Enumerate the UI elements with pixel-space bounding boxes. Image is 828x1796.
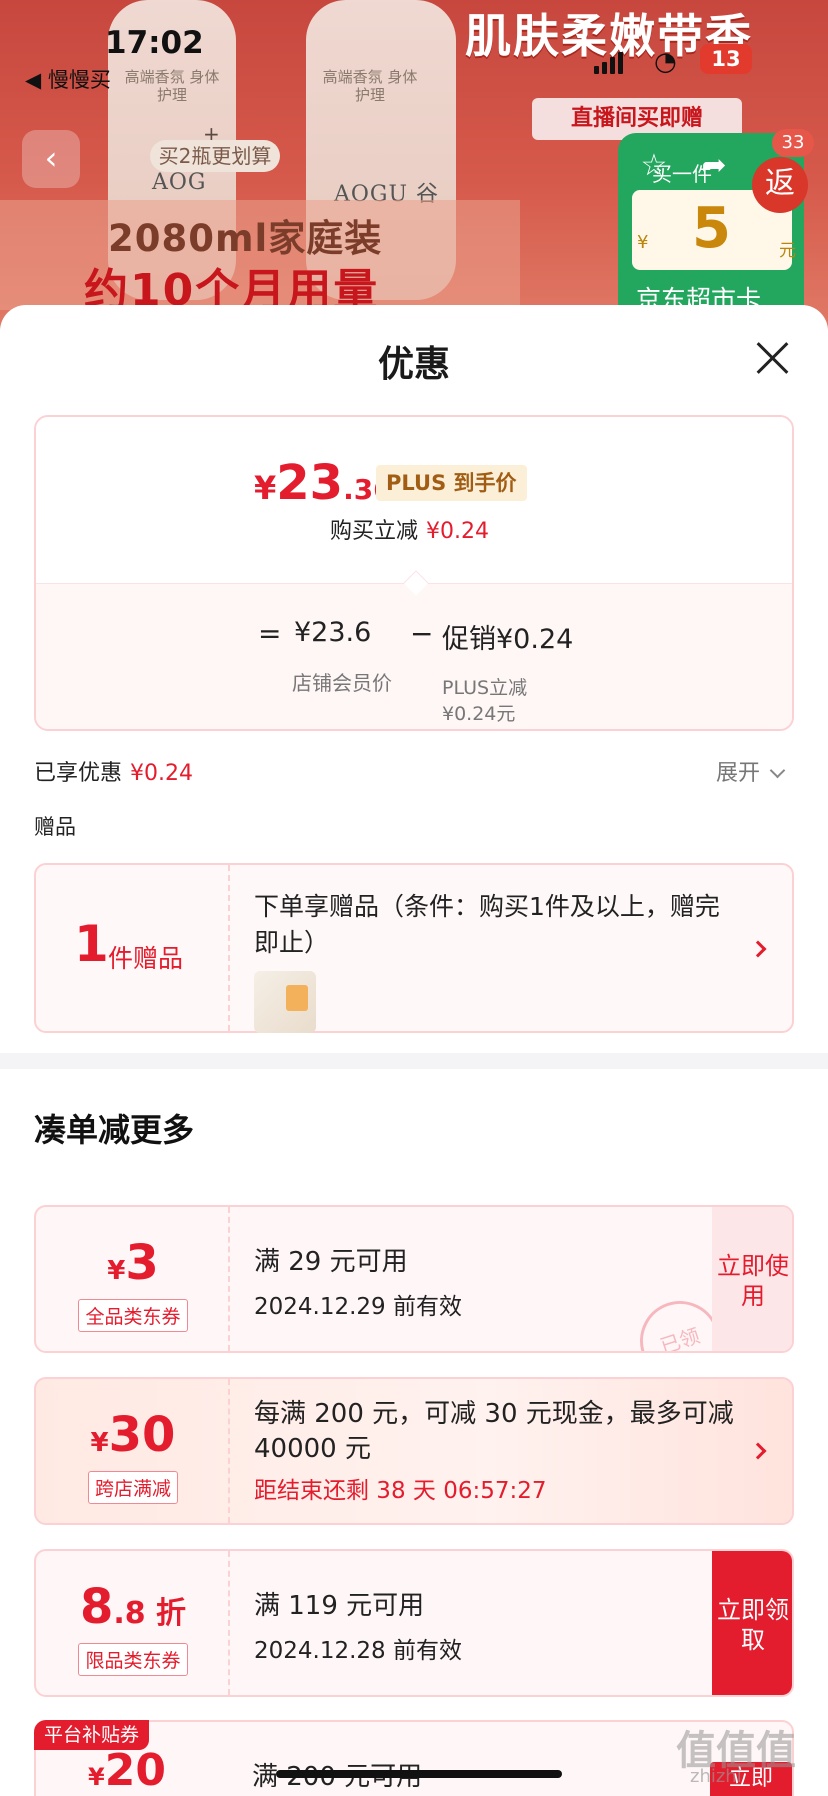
section-divider — [0, 1053, 828, 1069]
coupon-currency: ¥ — [90, 1428, 109, 1458]
notification-count-badge: 33 — [772, 129, 814, 157]
cashback-badge[interactable]: 返 — [752, 157, 808, 213]
coupon-type: 全品类东券 — [36, 1299, 230, 1332]
promo-condition: 每满 200 元，可减 30 元现金，最多可减 40000 元 — [254, 1399, 734, 1464]
coupon-condition: 满 29 元可用 — [254, 1247, 408, 1277]
promo-value: 促销¥0.24 — [442, 624, 574, 655]
enjoyed-discount: 已享优惠 ¥0.24 — [34, 755, 193, 787]
enjoyed-value: ¥0.24 — [130, 761, 193, 786]
equals-sign: = — [258, 617, 282, 650]
promo-label-line: PLUS立减 — [442, 677, 528, 699]
platform-coupon-amount: ¥20 — [88, 1745, 166, 1796]
coupon-amount: ¥30 — [36, 1407, 230, 1463]
coupon-type-label: 限品类东券 — [78, 1643, 188, 1676]
reduce-value: ¥0.24 — [426, 519, 489, 544]
coupon-expiry: 2024.12.29 前有效 — [254, 1294, 462, 1320]
gift-section-label: 赠品 — [34, 815, 76, 839]
expand-label: 展开 — [716, 761, 761, 786]
bottle-note: 高端香氛 身体护理 — [124, 68, 220, 104]
cellular-signal-icon — [594, 52, 624, 74]
coupon-number: 8 — [79, 1579, 114, 1635]
price-breakdown-box: ¥23.36 PLUS 到手价 购买立减 ¥0.24 = ¥23.6 店铺会员价 … — [34, 415, 794, 731]
share-icon[interactable]: ➦ — [694, 146, 734, 186]
battery-indicator: 13 — [700, 44, 752, 74]
price-calculation — [36, 583, 792, 729]
coupon-currency: ¥ — [107, 1256, 126, 1286]
gift-card[interactable]: 1 件赠品 下单享赠品（条件：购买1件及以上，赠完即止） — [34, 863, 794, 1033]
sheet-title: 优惠 — [377, 344, 450, 385]
status-time: 17:02 — [105, 25, 204, 61]
back-button[interactable]: ‹ — [22, 130, 80, 188]
final-price: ¥23.36 — [254, 455, 393, 511]
coupon-card[interactable]: ¥3 全品类东券 满 29 元可用 2024.12.29 前有效 已领 立即使用 — [34, 1205, 794, 1353]
claim-now-button[interactable]: 立即领取 — [712, 1551, 792, 1695]
member-price-label: 店铺会员价 — [292, 671, 392, 695]
coupon-amount: 8.8 折 — [36, 1579, 230, 1635]
card-unit: 元 — [779, 241, 796, 261]
close-icon[interactable] — [755, 341, 789, 375]
site-watermark-sub: zhizhi — [690, 1766, 742, 1787]
wifi-icon: ◔ — [654, 47, 677, 77]
chevron-right-icon — [749, 940, 767, 958]
coupon-currency: ¥ — [88, 1763, 105, 1791]
reduce-label: 购买立减 — [330, 519, 419, 544]
coupon-card[interactable]: 8.8 折 限品类东券 满 119 元可用 2024.12.28 前有效 立即领… — [34, 1549, 794, 1697]
use-now-button[interactable]: 立即使用 — [712, 1207, 792, 1351]
coupon-discount-suffix: .8 折 — [113, 1596, 187, 1631]
coupon-type: 跨店满减 — [36, 1471, 230, 1504]
coupon-number: 30 — [108, 1407, 176, 1463]
return-to-app-link[interactable]: ◀ 慢慢买 — [25, 64, 111, 94]
more-discount-title: 凑单减更多 — [34, 1111, 195, 1149]
price-integer: 23 — [276, 455, 344, 511]
bottle-note: 高端香氛 身体护理 — [322, 68, 418, 104]
minus-sign: − — [410, 617, 434, 650]
coupon-type-label: 跨店满减 — [87, 1471, 178, 1504]
promo-label: PLUS立减 ¥0.24元 — [442, 675, 527, 727]
coupon-condition: 满 119 元可用 — [254, 1591, 425, 1621]
coupon-type: 限品类东券 — [36, 1643, 230, 1676]
home-indicator[interactable] — [276, 1770, 562, 1778]
promo-label-line: ¥0.24元 — [442, 703, 516, 725]
expand-toggle[interactable]: 展开 — [716, 755, 786, 787]
buy-two-pill: 买2瓶更划算 — [150, 140, 280, 172]
gift-count: 1 — [74, 915, 109, 973]
card-amount: 5 — [692, 196, 731, 261]
member-price-value: ¥23.6 — [294, 617, 372, 648]
coupon-number: 3 — [125, 1235, 159, 1291]
cross-store-promo-card[interactable]: ¥30 跨店满减 每满 200 元，可减 30 元现金，最多可减 40000 元… — [34, 1377, 794, 1525]
coupon-type-label: 全品类东券 — [78, 1299, 188, 1332]
gift-unit: 件赠品 — [108, 944, 184, 973]
gift-thumb-accent — [286, 985, 308, 1011]
coupon-expiry: 2024.12.28 前有效 — [254, 1638, 462, 1664]
gift-thumbnail — [254, 971, 316, 1033]
discount-sheet: 优惠 ¥23.36 PLUS 到手价 购买立减 ¥0.24 = ¥23.6 店铺会… — [0, 305, 828, 1796]
card-yen: ¥ — [637, 232, 649, 253]
enjoyed-label: 已享优惠 — [34, 761, 123, 786]
brand-logo: AOG — [152, 170, 207, 195]
price-currency: ¥ — [254, 469, 277, 507]
favorite-star-icon[interactable]: ☆ — [634, 146, 674, 186]
coupon-number: 20 — [104, 1745, 166, 1796]
plus-price-tag: PLUS 到手价 — [376, 465, 527, 501]
gift-description: 下单享赠品（条件：购买1件及以上，赠完即止） — [254, 892, 720, 957]
coupon-amount: ¥3 — [36, 1235, 230, 1291]
chevron-right-icon — [749, 1442, 767, 1460]
chevron-down-icon — [769, 762, 786, 779]
promo-countdown: 距结束还剩 38 天 06:57:27 — [254, 1478, 547, 1504]
instant-reduce: 购买立减 ¥0.24 — [330, 513, 489, 545]
